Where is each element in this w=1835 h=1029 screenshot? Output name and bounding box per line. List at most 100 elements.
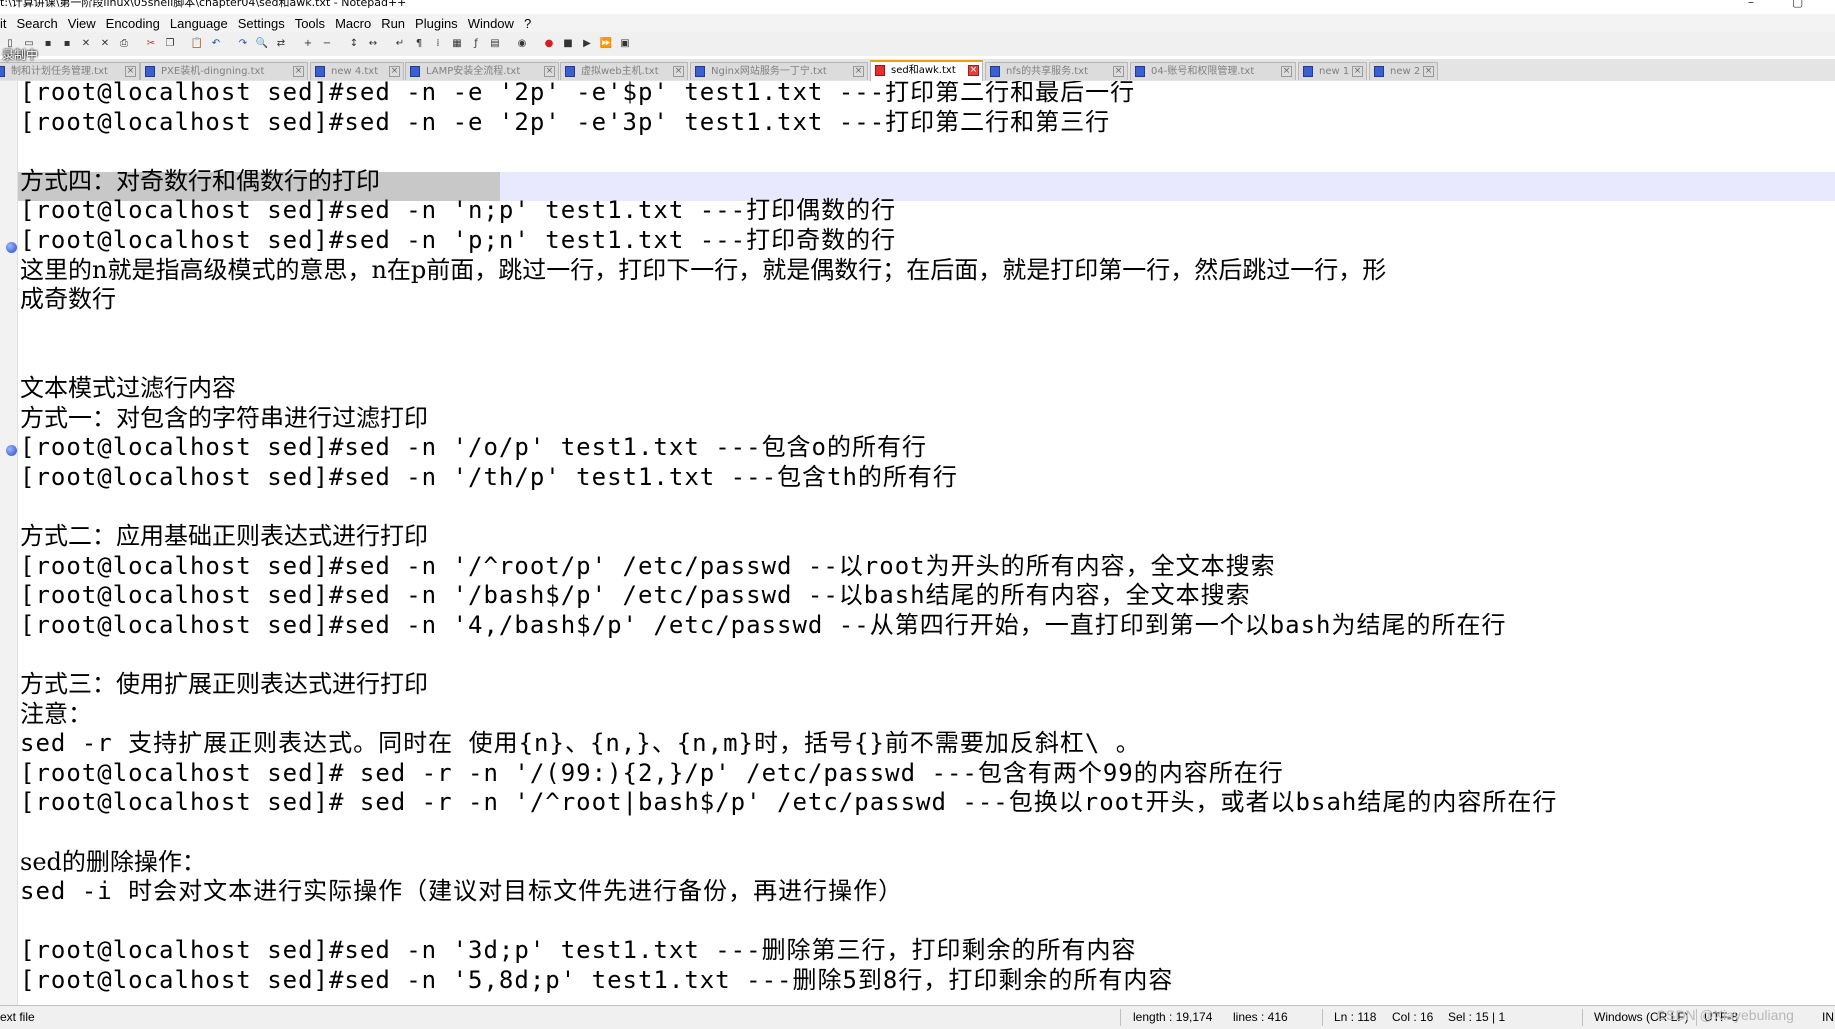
- text-line[interactable]: 方式四：对奇数行和偶数行的打印: [20, 167, 380, 196]
- monitor-icon[interactable]: ◉: [514, 36, 530, 52]
- status-insert-mode[interactable]: IN: [1822, 1006, 1834, 1028]
- close-tab-icon[interactable]: ×: [1281, 66, 1292, 77]
- paste-icon[interactable]: 📋: [189, 36, 205, 52]
- menu-plugins[interactable]: Plugins: [410, 14, 463, 32]
- menu-edit[interactable]: it: [0, 14, 12, 32]
- close-tab-icon[interactable]: ×: [1352, 66, 1363, 77]
- text-line[interactable]: 文本模式过滤行内容: [20, 374, 236, 403]
- menu-window[interactable]: Window: [463, 14, 519, 32]
- editor-area[interactable]: [root@localhost sed]#sed -n -e '2p' -e'$…: [0, 81, 1835, 1005]
- close-icon[interactable]: ✕: [78, 36, 94, 52]
- text-line[interactable]: [root@localhost sed]#sed -n '3d;p' test1…: [20, 936, 1137, 965]
- tab-file[interactable]: new 2 ×: [1369, 62, 1438, 80]
- text-line[interactable]: 方式一：对包含的字符串进行过滤打印: [20, 404, 428, 433]
- close-tab-icon[interactable]: ×: [293, 66, 304, 77]
- close-tab-icon[interactable]: ×: [1113, 66, 1124, 77]
- text-line[interactable]: [root@localhost sed]#sed -n '4,/bash$/p'…: [20, 611, 1507, 640]
- bookmark-icon[interactable]: [6, 242, 17, 253]
- text-line[interactable]: [root@localhost sed]#sed -n '/bash$/p' /…: [20, 581, 1251, 610]
- copy-icon[interactable]: ❐: [162, 36, 178, 52]
- bookmark-icon[interactable]: [6, 445, 17, 456]
- menu-view[interactable]: View: [63, 14, 101, 32]
- text-line[interactable]: 方式二：应用基础正则表达式进行打印: [20, 522, 428, 551]
- indent-guide-icon[interactable]: ⁞: [430, 36, 446, 52]
- toolbar: ▯ ▭ ▪ ▪ ✕ ✕ ⎙ ✂ ❐ 📋 ↶ ↷ 🔍 ⇄ + − ↕ ↔ ↵ ¶ ⁞ ▦ ƒ ▤ ◉ ● ■ ▶ ⏩ ▣: [0, 32, 1835, 56]
- text-line[interactable]: 这里的n就是指高级模式的意思，n在p前面，跳过一行，打印下一行，就是偶数行；在后…: [20, 256, 1386, 285]
- tab-file[interactable]: Nginx网站服务一丁宁.txt ×: [690, 62, 868, 80]
- redo-icon[interactable]: ↷: [235, 36, 251, 52]
- tab-file[interactable]: nfs的共享服务.txt ×: [985, 62, 1128, 80]
- text-line[interactable]: sed -r 支持扩展正则表达式。同时在 使用{n}、{n,}、{n,m}时，括…: [20, 729, 1141, 758]
- tab-bar: 制和计划任务管理.txt × PXE装机-dingning.txt × new 4.tx…: [0, 59, 1835, 82]
- word-wrap-icon[interactable]: ↵: [392, 36, 408, 52]
- sync-vertical-icon[interactable]: ↕: [346, 36, 362, 52]
- text-line[interactable]: [root@localhost sed]#sed -n '/th/p' test…: [20, 463, 958, 492]
- file-icon: [1135, 66, 1145, 77]
- stop-macro-icon[interactable]: ■: [560, 36, 576, 52]
- text-line[interactable]: [root@localhost sed]#sed -n -e '2p' -e'$…: [20, 81, 1135, 107]
- text-line[interactable]: [root@localhost sed]# sed -r -n '/^root|…: [20, 788, 1557, 817]
- text-line[interactable]: [root@localhost sed]#sed -n '5,8d;p' tes…: [20, 966, 1173, 995]
- close-tab-icon[interactable]: ×: [389, 66, 400, 77]
- menu-search[interactable]: Search: [12, 14, 63, 32]
- menu-language[interactable]: Language: [165, 14, 233, 32]
- cut-icon[interactable]: ✂: [143, 36, 159, 52]
- text-line[interactable]: [root@localhost sed]#sed -n 'p;n' test1.…: [20, 226, 896, 255]
- status-lines: lines : 416: [1233, 1010, 1288, 1024]
- text-line[interactable]: [root@localhost sed]#sed -n -e '2p' -e'3…: [20, 108, 1110, 137]
- file-icon: [315, 66, 325, 77]
- tab-file[interactable]: 制和计划任务管理.txt ×: [0, 62, 140, 80]
- close-tab-icon[interactable]: ×: [968, 65, 979, 76]
- close-tab-icon[interactable]: ×: [853, 66, 864, 77]
- close-tab-icon[interactable]: ×: [673, 66, 684, 77]
- tab-label: new 1: [1319, 66, 1350, 77]
- menu-encoding[interactable]: Encoding: [101, 14, 165, 32]
- find-icon[interactable]: 🔍: [254, 36, 270, 52]
- text-line[interactable]: [root@localhost sed]#sed -n '/o/p' test1…: [20, 433, 927, 462]
- tab-active[interactable]: sed和awk.txt ×: [870, 60, 983, 81]
- function-list-icon[interactable]: ƒ: [468, 36, 484, 52]
- menu-macro[interactable]: Macro: [330, 14, 376, 32]
- tab-file[interactable]: LAMP安装全流程.txt ×: [405, 62, 559, 80]
- text-line[interactable]: 方式三：使用扩展正则表达式进行打印: [20, 670, 428, 699]
- menu-run[interactable]: Run: [376, 14, 410, 32]
- record-macro-icon[interactable]: ●: [541, 36, 557, 52]
- close-all-icon[interactable]: ✕: [97, 36, 113, 52]
- show-all-chars-icon[interactable]: ¶: [411, 36, 427, 52]
- tab-file[interactable]: new 4.txt ×: [310, 62, 404, 80]
- folder-as-workspace-icon[interactable]: ▤: [487, 36, 503, 52]
- save-macro-icon[interactable]: ▣: [617, 36, 633, 52]
- play-macro-icon[interactable]: ▶: [579, 36, 595, 52]
- save-all-icon[interactable]: ▪: [59, 36, 75, 52]
- menu-help[interactable]: ?: [519, 14, 536, 32]
- menu-tools[interactable]: Tools: [290, 14, 330, 32]
- tab-file[interactable]: new 1 ×: [1298, 62, 1367, 80]
- zoom-in-icon[interactable]: +: [300, 36, 316, 52]
- text-line[interactable]: sed的删除操作：: [20, 848, 206, 877]
- text-line[interactable]: [root@localhost sed]#sed -n '/^root/p' /…: [20, 552, 1276, 581]
- tab-label: nfs的共享服务.txt: [1006, 66, 1089, 77]
- run-macro-multiple-icon[interactable]: ⏩: [598, 36, 614, 52]
- text-line[interactable]: [root@localhost sed]#sed -n 'n;p' test1.…: [20, 196, 896, 225]
- close-tab-icon[interactable]: ×: [125, 66, 136, 77]
- tab-file[interactable]: 虚拟web主机.txt ×: [560, 62, 688, 80]
- tab-file[interactable]: PXE装机-dingning.txt ×: [140, 62, 308, 80]
- text-line[interactable]: [root@localhost sed]# sed -r -n '/(99:){…: [20, 759, 1284, 788]
- print-icon[interactable]: ⎙: [116, 36, 132, 52]
- maximize-button[interactable]: ▢: [1792, 0, 1803, 8]
- minimize-button[interactable]: –: [1748, 0, 1754, 8]
- save-icon[interactable]: ▪: [40, 36, 56, 52]
- bookmark-margin[interactable]: [0, 81, 18, 1005]
- text-line[interactable]: 注意：: [20, 700, 92, 729]
- text-line[interactable]: sed -i 时会对文本进行实际操作（建议对目标文件先进行备份，再进行操作）: [20, 877, 903, 906]
- text-line[interactable]: 成奇数行: [20, 285, 116, 314]
- menu-settings[interactable]: Settings: [233, 14, 290, 32]
- close-tab-icon[interactable]: ×: [1423, 66, 1434, 77]
- close-tab-icon[interactable]: ×: [544, 66, 555, 77]
- zoom-out-icon[interactable]: −: [319, 36, 335, 52]
- doc-map-icon[interactable]: ▦: [449, 36, 465, 52]
- sync-horizontal-icon[interactable]: ↔: [365, 36, 381, 52]
- undo-icon[interactable]: ↶: [208, 36, 224, 52]
- tab-file[interactable]: 04-账号和权限管理.txt ×: [1130, 62, 1296, 80]
- replace-icon[interactable]: ⇄: [273, 36, 289, 52]
